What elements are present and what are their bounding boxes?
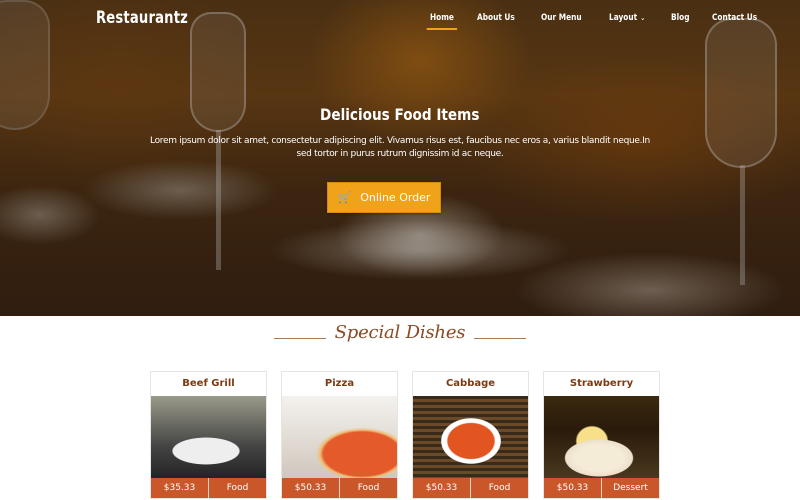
- glass-stem-decoration: [740, 165, 745, 285]
- dish-footer: $50.33 Food: [413, 478, 528, 498]
- dish-price: $50.33: [556, 483, 589, 493]
- chevron-down-icon: ⌄: [640, 14, 646, 22]
- dish-name: Pizza: [324, 378, 355, 389]
- dish-name: Strawberry: [569, 378, 634, 389]
- nav-blog[interactable]: Blog: [671, 13, 690, 23]
- dish-price: $35.33: [163, 483, 196, 493]
- online-order-button[interactable]: 🛒 Online Order: [327, 182, 441, 213]
- special-dishes-list: Beef Grill $35.33 Food Pizza $50.33 Food…: [150, 371, 674, 499]
- special-dishes-heading: Special Dishes: [0, 322, 800, 343]
- dish-footer: $50.33 Dessert: [544, 478, 659, 498]
- nav-layout-label: Layout: [608, 13, 637, 23]
- dish-footer: $35.33 Food: [151, 478, 266, 498]
- nav-layout[interactable]: Layout ⌄: [609, 13, 645, 23]
- dish-image: [413, 396, 528, 480]
- nav-home[interactable]: Home: [426, 13, 458, 30]
- hero-description: Lorem ipsum dolor sit amet, consectetur …: [150, 136, 650, 159]
- main-menu: Home About Us Our Menu Layout ⌄ Blog Cont…: [426, 13, 785, 30]
- dish-price: $50.33: [425, 483, 458, 493]
- dish-category: Dessert: [601, 478, 659, 498]
- heading-divider-right: [473, 338, 526, 340]
- dish-card-beef-grill[interactable]: Beef Grill $35.33 Food: [150, 371, 267, 499]
- dish-name: Cabbage: [445, 378, 496, 389]
- dish-price: $50.33: [294, 483, 327, 493]
- heading-divider-left: [274, 338, 327, 340]
- dish-name: Beef Grill: [182, 378, 235, 389]
- dish-image: [282, 396, 397, 480]
- cart-plus-icon: 🛒: [337, 191, 352, 204]
- top-navigation: Restaurantz Home About Us Our Menu Layou…: [0, 0, 800, 36]
- dish-footer: $50.33 Food: [282, 478, 397, 498]
- dish-card-strawberry[interactable]: Strawberry $50.33 Dessert: [543, 371, 660, 499]
- dish-image: [544, 396, 659, 480]
- dish-category: Food: [208, 478, 266, 498]
- dish-card-cabbage[interactable]: Cabbage $50.33 Food: [412, 371, 529, 499]
- nav-about-us[interactable]: About Us: [477, 13, 515, 23]
- site-logo[interactable]: Restaurantz: [96, 8, 188, 28]
- dish-category: Food: [339, 478, 397, 498]
- hero-content: Delicious Food Items Lorem ipsum dolor s…: [0, 105, 800, 161]
- dish-image: [151, 396, 266, 480]
- dish-card-pizza[interactable]: Pizza $50.33 Food: [281, 371, 398, 499]
- dish-category: Food: [470, 478, 528, 498]
- special-dishes-title: Special Dishes: [334, 322, 466, 343]
- hero-title: Delicious Food Items: [320, 105, 480, 124]
- online-order-label: Online Order: [360, 191, 431, 204]
- nav-our-menu[interactable]: Our Menu: [541, 13, 582, 23]
- nav-contact-us[interactable]: Contact Us: [712, 13, 757, 23]
